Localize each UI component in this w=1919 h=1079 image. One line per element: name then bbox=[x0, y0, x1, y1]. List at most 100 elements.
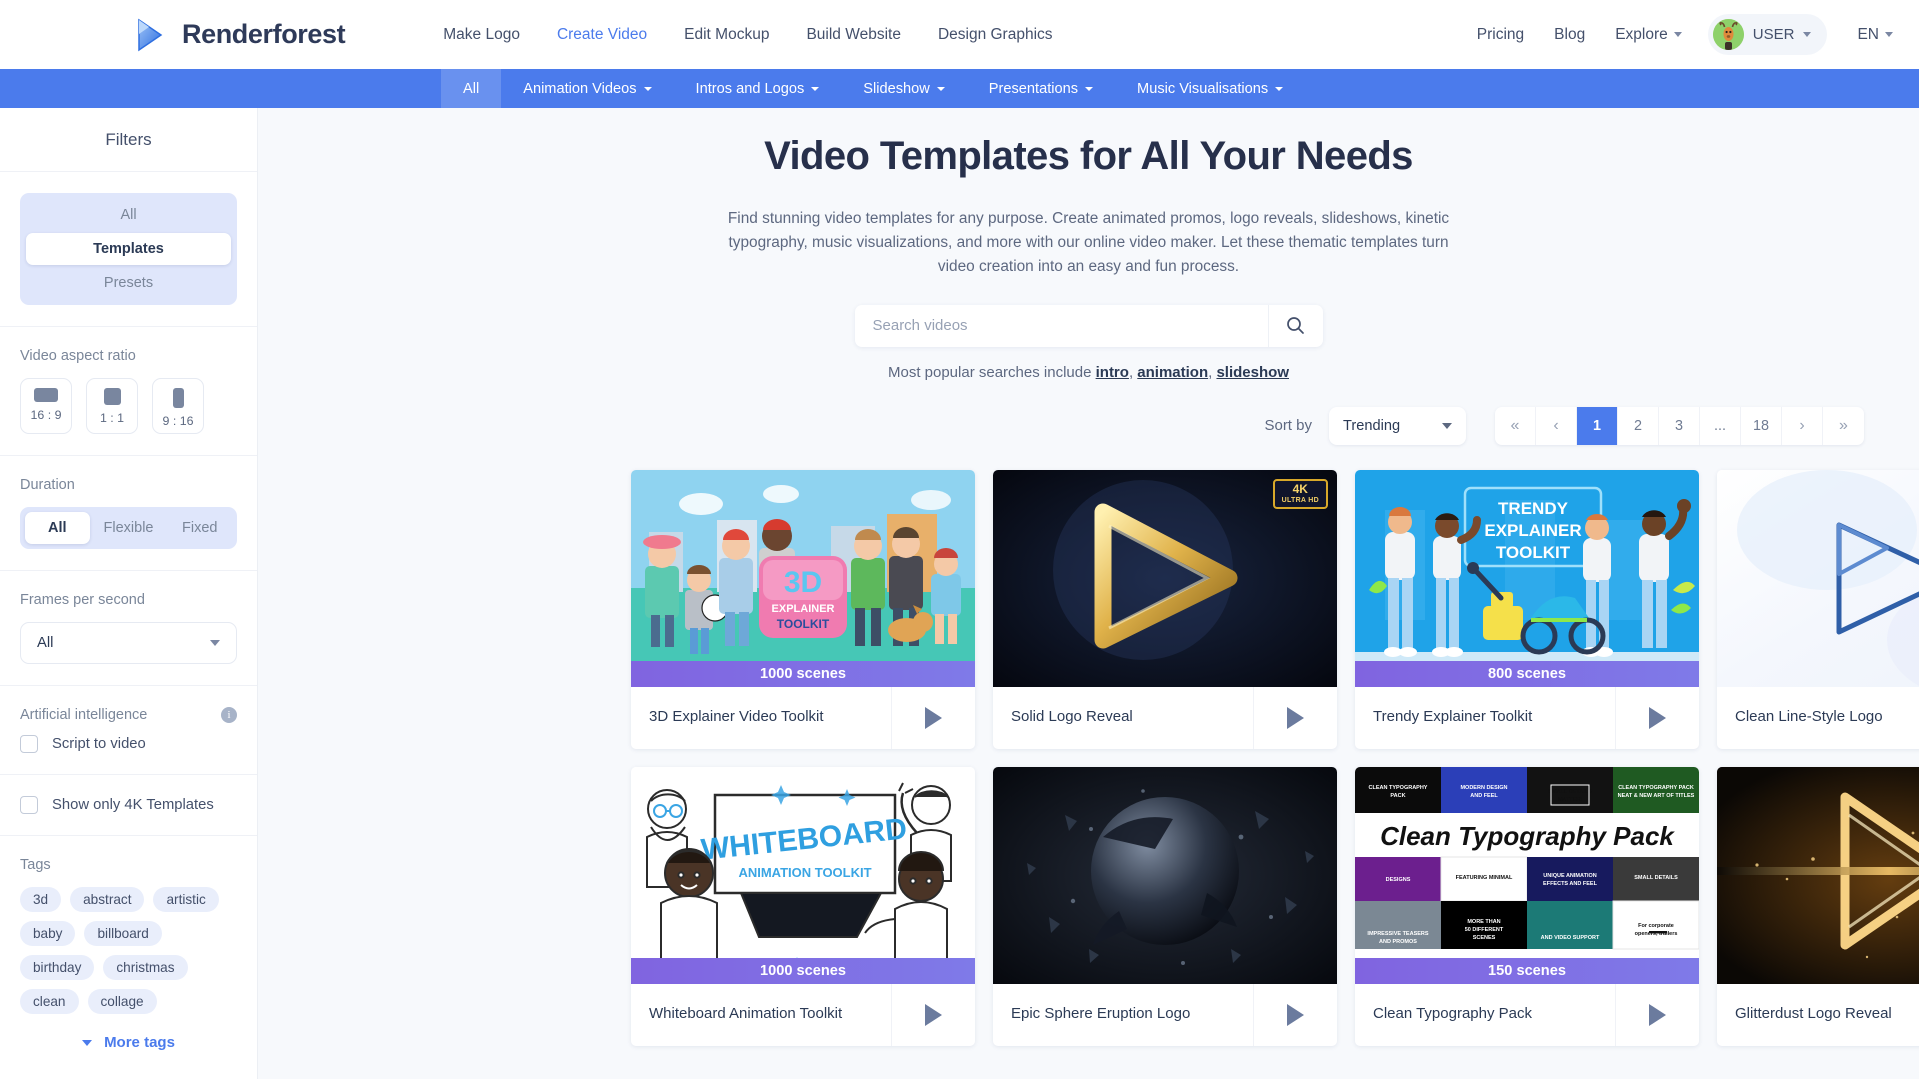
play-button[interactable] bbox=[1615, 686, 1699, 749]
category-slideshow[interactable]: Slideshow bbox=[841, 69, 967, 108]
tag-chip[interactable]: birthday bbox=[20, 955, 95, 980]
duration-option-all[interactable]: All bbox=[25, 512, 90, 544]
sort-by-select[interactable]: Trending bbox=[1329, 406, 1466, 445]
template-thumbnail[interactable]: 4K ULTRA HD bbox=[1717, 766, 1919, 984]
aspect-ratio-label-9-16: 9 : 16 bbox=[162, 414, 194, 428]
fps-select[interactable]: All bbox=[20, 622, 237, 664]
template-card[interactable]: Epic Sphere Eruption Logo bbox=[993, 766, 1337, 1046]
category-presentations[interactable]: Presentations bbox=[967, 69, 1115, 108]
nav-blog[interactable]: Blog bbox=[1554, 26, 1585, 44]
popular-link-animation[interactable]: animation bbox=[1137, 364, 1208, 381]
type-option-presets[interactable]: Presets bbox=[26, 267, 231, 299]
nav-explore[interactable]: Explore bbox=[1615, 26, 1682, 44]
popular-link-slideshow[interactable]: slideshow bbox=[1216, 364, 1289, 381]
duration-option-flexible[interactable]: Flexible bbox=[94, 512, 164, 544]
page-prev[interactable]: ‹ bbox=[1536, 406, 1577, 445]
category-label: Slideshow bbox=[863, 80, 930, 97]
template-card[interactable]: TRENDY EXPLAINER TOOLKIT 800 scenes Tren… bbox=[1355, 469, 1699, 749]
nav-design-graphics[interactable]: Design Graphics bbox=[938, 26, 1053, 44]
page-3[interactable]: 3 bbox=[1659, 406, 1700, 445]
template-card[interactable]: 4K ULTRA HD Glitterdust Logo Reveal bbox=[1717, 766, 1919, 1046]
search-button[interactable] bbox=[1267, 304, 1323, 347]
template-card[interactable]: Clean Typography Pack CLEAN TYPOGRAPHY P… bbox=[1355, 766, 1699, 1046]
play-button[interactable] bbox=[1253, 686, 1337, 749]
category-music-visualisations[interactable]: Music Visualisations bbox=[1115, 69, 1305, 108]
more-tags-button[interactable]: More tags bbox=[20, 1034, 237, 1051]
badge-4k: 4K ULTRA HD bbox=[1272, 478, 1328, 509]
nav-build-website[interactable]: Build Website bbox=[806, 26, 900, 44]
popular-prefix: Most popular searches include bbox=[887, 363, 1096, 381]
script-to-video-checkbox[interactable] bbox=[20, 735, 38, 753]
template-card[interactable]: 4K ULTRA HD Solid Logo Reveal bbox=[993, 469, 1337, 749]
play-icon bbox=[1287, 706, 1304, 729]
nav-make-logo[interactable]: Make Logo bbox=[443, 26, 520, 44]
page-next[interactable]: › bbox=[1782, 406, 1823, 445]
template-thumbnail[interactable]: 4K ULTRA HD bbox=[993, 469, 1337, 687]
aspect-ratio-9-16[interactable]: 9 : 16 bbox=[152, 378, 204, 434]
play-button[interactable] bbox=[891, 983, 975, 1046]
aspect-ratio-1-1[interactable]: 1 : 1 bbox=[86, 378, 138, 434]
user-menu[interactable]: USER bbox=[1707, 14, 1828, 55]
tag-chip[interactable]: christmas bbox=[103, 955, 188, 980]
only-4k-checkbox[interactable] bbox=[20, 796, 38, 814]
chevron-down-icon bbox=[1275, 86, 1284, 91]
tag-chip[interactable]: abstract bbox=[70, 887, 145, 912]
template-card[interactable]: 4K ULTRA HD Clean Line-Style Logo bbox=[1717, 469, 1919, 749]
svg-text:50 DIFFERENT: 50 DIFFERENT bbox=[1465, 927, 1504, 933]
tag-chip[interactable]: clean bbox=[20, 989, 79, 1014]
chevron-down-icon bbox=[1803, 32, 1812, 37]
category-label: Intros and Logos bbox=[695, 80, 805, 97]
language-selector[interactable]: EN bbox=[1857, 26, 1893, 44]
template-thumbnail[interactable]: 4K ULTRA HD bbox=[1717, 469, 1919, 687]
category-intros-and-logos[interactable]: Intros and Logos bbox=[674, 69, 842, 108]
play-button[interactable] bbox=[891, 686, 975, 749]
play-button[interactable] bbox=[1253, 983, 1337, 1046]
thumb-art-epic-sphere bbox=[993, 766, 1337, 984]
search-input[interactable] bbox=[854, 304, 1268, 347]
page-2[interactable]: 2 bbox=[1618, 406, 1659, 445]
nav-pricing[interactable]: Pricing bbox=[1477, 26, 1524, 44]
brand-logo[interactable]: Renderforest bbox=[128, 14, 346, 56]
svg-text:UNIQUE ANIMATION: UNIQUE ANIMATION bbox=[1543, 873, 1596, 879]
category-label: All bbox=[463, 80, 480, 97]
only-4k-row[interactable]: Show only 4K Templates bbox=[20, 796, 237, 814]
template-thumbnail[interactable]: 3D EXPLAINER TOOLKIT 1000 scenes bbox=[631, 469, 975, 687]
info-icon[interactable]: i bbox=[221, 707, 237, 723]
template-thumbnail[interactable]: WHITEBOARD ANIMATION TOOLKIT 1000 scenes bbox=[631, 766, 975, 984]
type-option-templates[interactable]: Templates bbox=[26, 233, 231, 265]
tag-chip[interactable]: billboard bbox=[84, 921, 162, 946]
popular-searches: Most popular searches include intro, ani… bbox=[887, 363, 1289, 381]
tag-chip[interactable]: collage bbox=[87, 989, 157, 1014]
svg-text:MATTER!: MATTER! bbox=[1558, 797, 1583, 803]
script-to-video-row[interactable]: Script to video bbox=[20, 735, 237, 753]
nav-create-video[interactable]: Create Video bbox=[557, 26, 647, 44]
tag-chip[interactable]: artistic bbox=[153, 887, 219, 912]
category-all[interactable]: All bbox=[441, 69, 502, 108]
page-18[interactable]: 18 bbox=[1741, 406, 1782, 445]
template-card[interactable]: 3D EXPLAINER TOOLKIT 1000 scenes 3D Expl… bbox=[631, 469, 975, 749]
nav-edit-mockup[interactable]: Edit Mockup bbox=[684, 26, 769, 44]
svg-text:TOOLKIT: TOOLKIT bbox=[1496, 543, 1571, 562]
category-animation-videos[interactable]: Animation Videos bbox=[501, 69, 673, 108]
aspect-ratio-16-9[interactable]: 16 : 9 bbox=[20, 378, 72, 434]
type-segmented-control: All Templates Presets bbox=[20, 193, 237, 305]
page-last[interactable]: » bbox=[1823, 407, 1864, 445]
template-card[interactable]: WHITEBOARD ANIMATION TOOLKIT 1000 scenes… bbox=[631, 766, 975, 1046]
page-1[interactable]: 1 bbox=[1577, 406, 1618, 445]
svg-text:EXPLAINER: EXPLAINER bbox=[772, 603, 835, 615]
tag-chip[interactable]: 3d bbox=[20, 887, 62, 912]
type-option-all[interactable]: All bbox=[26, 199, 231, 231]
template-title: Solid Logo Reveal bbox=[1011, 708, 1133, 726]
tag-chip[interactable]: baby bbox=[20, 921, 76, 946]
template-thumbnail[interactable]: Clean Typography Pack CLEAN TYPOGRAPHY P… bbox=[1355, 766, 1699, 984]
popular-link-intro[interactable]: intro bbox=[1096, 364, 1129, 381]
template-thumbnail[interactable] bbox=[993, 766, 1337, 984]
page-first[interactable]: « bbox=[1495, 406, 1536, 445]
play-button[interactable] bbox=[1615, 983, 1699, 1046]
play-icon bbox=[1649, 1003, 1666, 1026]
duration-label: Duration bbox=[20, 477, 75, 493]
duration-option-fixed[interactable]: Fixed bbox=[167, 512, 232, 544]
chevron-down-icon bbox=[1085, 86, 1094, 91]
template-thumbnail[interactable]: TRENDY EXPLAINER TOOLKIT 800 scenes bbox=[1355, 469, 1699, 687]
chevron-down-icon bbox=[811, 86, 820, 91]
